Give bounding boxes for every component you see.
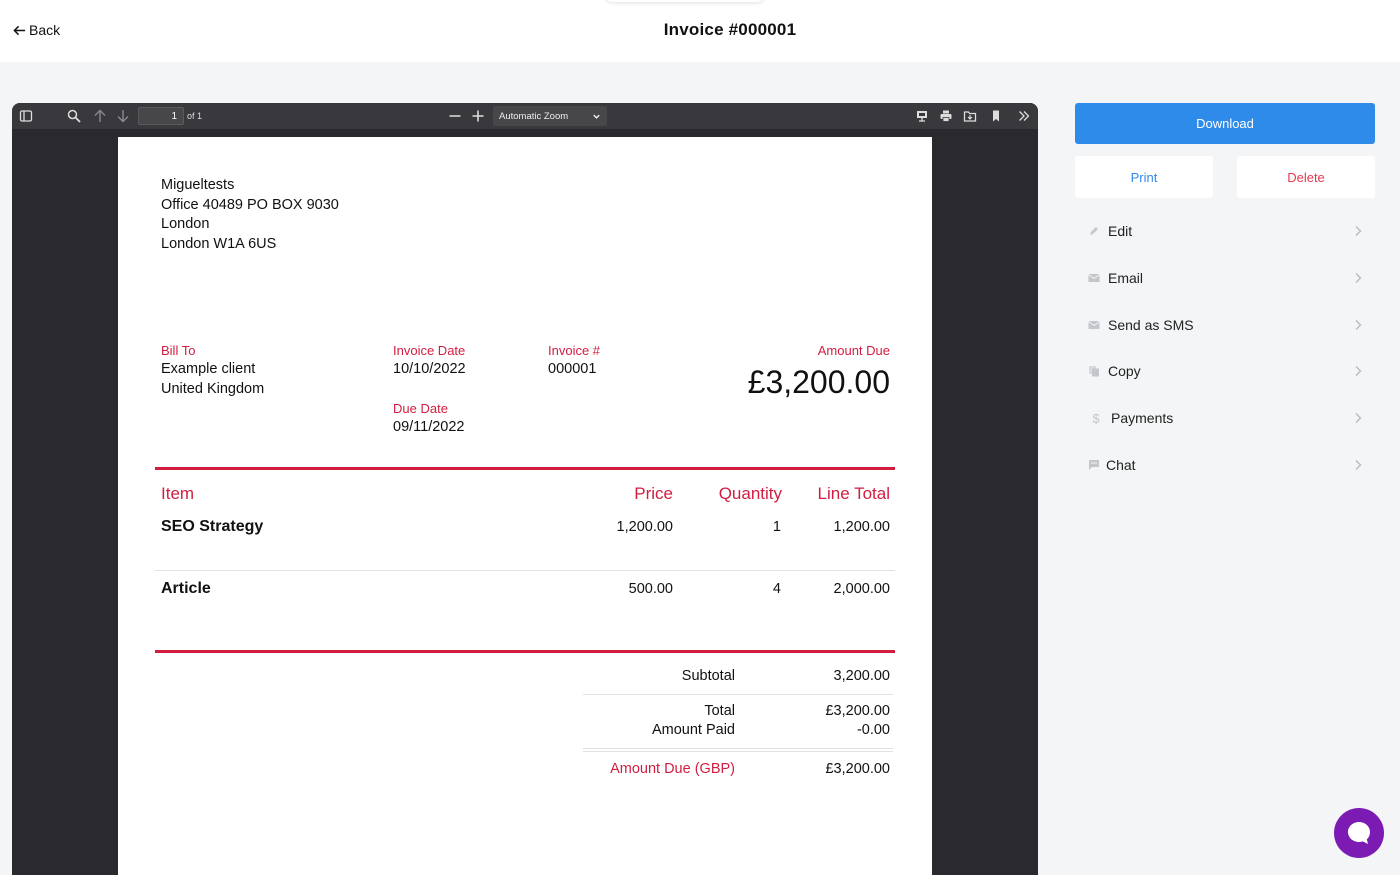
total-label: Total [704, 703, 735, 719]
menu-item-edit[interactable]: Edit [1075, 211, 1375, 251]
sender-line: London [161, 216, 210, 232]
top-notch [605, 0, 765, 2]
pencil-icon [1087, 224, 1101, 238]
totals-divider [583, 748, 893, 749]
item-price: 1,200.00 [616, 519, 673, 535]
live-chat-button[interactable] [1334, 808, 1384, 858]
arrow-down-icon[interactable] [115, 108, 131, 124]
due-date: 09/11/2022 [393, 419, 465, 435]
item-name: Article [161, 580, 211, 597]
chevron-down-icon [593, 114, 600, 119]
item-price: 500.00 [628, 581, 673, 597]
print-icon[interactable] [938, 108, 954, 124]
item-quantity: 4 [772, 581, 781, 597]
pdf-toolbar: of 1 Automatic Zoom [12, 103, 1038, 129]
divider [155, 650, 895, 653]
menu-item-payments[interactable]: $ Payments [1075, 398, 1375, 438]
invoice-date: 10/10/2022 [393, 361, 466, 377]
bookmark-icon[interactable] [988, 108, 1004, 124]
top-bar: Back Invoice #000001 [0, 0, 1400, 62]
amount-due-value: £3,200.00 [747, 364, 890, 400]
print-button[interactable]: Print [1075, 156, 1213, 198]
row-divider [155, 570, 895, 571]
dollar-icon: $ [1092, 410, 1100, 426]
item-total: 1,200.00 [833, 519, 890, 535]
sender-line: London W1A 6US [161, 235, 277, 252]
envelope-icon [1087, 271, 1101, 285]
zoom-select[interactable]: Automatic Zoom [493, 106, 607, 126]
amount-paid-label: Amount Paid [651, 722, 735, 738]
copy-icon [1087, 364, 1101, 378]
item-total: 2,000.00 [833, 581, 890, 597]
pdf-viewer: of 1 Automatic Zoom Migueltest [12, 103, 1038, 875]
divider [155, 467, 895, 470]
invoice-number-label: Invoice # [548, 343, 601, 358]
download-button[interactable]: Download [1075, 103, 1375, 144]
chevron-right-icon [1355, 226, 1362, 236]
due-date-label: Due Date [393, 401, 448, 416]
totals-divider [583, 751, 893, 752]
bill-to-address: Example client United Kingdom [161, 360, 264, 399]
chevron-right-icon [1355, 320, 1362, 330]
menu-item-label: Email [1108, 270, 1144, 286]
amount-due-gbp-value: £3,200.00 [825, 761, 890, 777]
delete-button[interactable]: Delete [1237, 156, 1375, 198]
column-header-item: Item [161, 484, 195, 503]
invoice-date-label: Invoice Date [393, 343, 466, 358]
envelope-icon [1087, 318, 1101, 332]
page-number-input[interactable] [138, 107, 184, 125]
menu-item-copy[interactable]: Copy [1075, 351, 1375, 391]
sender-line: Office 40489 PO BOX 9030 [161, 196, 339, 213]
amount-paid-value: -0.00 [856, 722, 890, 738]
chevron-right-icon [1355, 273, 1362, 283]
chat-icon [1087, 458, 1101, 472]
chat-bubble-icon [1348, 822, 1370, 844]
page-count-label: of 1 [187, 111, 203, 121]
amount-due-gbp-label: Amount Due (GBP) [610, 761, 735, 777]
presentation-mode-icon[interactable] [914, 108, 930, 124]
double-chevron-right-icon[interactable] [1016, 108, 1032, 124]
menu-item-label: Copy [1108, 363, 1141, 379]
item-name: SEO Strategy [161, 518, 264, 535]
subtotal-value: 3,200.00 [833, 668, 890, 684]
column-header-price: Price [634, 484, 673, 503]
invoice-number: 000001 [548, 361, 597, 377]
column-header-line-total: Line Total [817, 484, 890, 503]
menu-item-label: Chat [1106, 457, 1136, 473]
chevron-right-icon [1355, 366, 1362, 376]
search-icon[interactable] [66, 108, 82, 124]
sender-line: Migueltests [161, 177, 235, 193]
chevron-right-icon [1355, 413, 1362, 423]
menu-item-label: Send as SMS [1108, 317, 1194, 333]
bill-to-line: United Kingdom [161, 380, 265, 397]
menu-item-send-sms[interactable]: Send as SMS [1075, 305, 1375, 345]
page-title: Invoice #000001 [663, 20, 797, 39]
bill-to-label: Bill To [161, 343, 196, 358]
zoom-select-label: Automatic Zoom [499, 110, 569, 122]
sender-address: Migueltests Office 40489 PO BOX 9030 Lon… [161, 176, 339, 254]
chevron-right-icon [1355, 460, 1362, 470]
bill-to-line: Example client [161, 361, 256, 377]
subtotal-label: Subtotal [681, 668, 735, 684]
zoom-out-icon[interactable] [447, 108, 463, 124]
menu-item-email[interactable]: Email [1075, 258, 1375, 298]
item-quantity: 1 [772, 519, 781, 535]
menu-item-label: Payments [1111, 410, 1174, 426]
total-value: £3,200.00 [825, 703, 890, 719]
arrow-up-icon[interactable] [92, 108, 108, 124]
menu-item-label: Edit [1108, 223, 1133, 239]
column-header-quantity: Quantity [718, 484, 782, 503]
totals-divider [583, 694, 893, 695]
sidebar-toggle-icon[interactable] [18, 108, 34, 124]
menu-item-chat[interactable]: Chat [1075, 445, 1375, 485]
invoice-page: Migueltests Office 40489 PO BOX 9030 Lon… [118, 137, 932, 875]
save-download-icon[interactable] [962, 108, 978, 124]
zoom-in-icon[interactable] [470, 108, 486, 124]
amount-due-label: Amount Due [817, 343, 890, 358]
